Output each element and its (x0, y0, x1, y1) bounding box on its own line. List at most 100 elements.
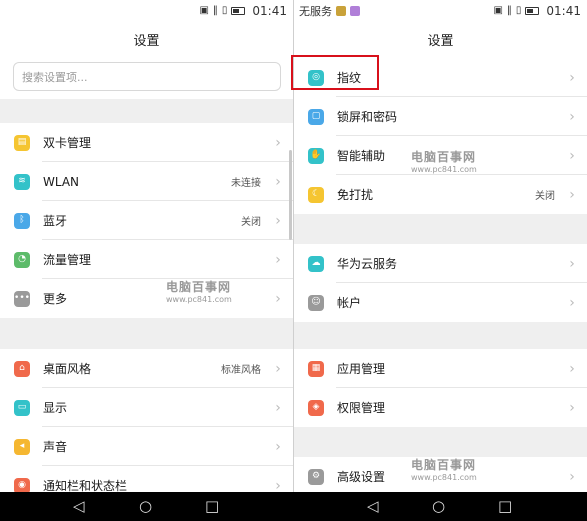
sim-card-icon: ▤ (14, 134, 30, 151)
settings-row[interactable]: ◉ 通知栏和状态栏 › (0, 466, 293, 492)
settings-row[interactable]: ☁ 华为云服务 › (294, 244, 587, 283)
search-input[interactable]: 搜索设置项... (13, 62, 281, 91)
notification-app-icon (336, 6, 346, 16)
account-icon: ☺ (308, 294, 324, 311)
nfc-icon: ▣ (199, 5, 209, 16)
vibrate-icon: ‖ (212, 5, 218, 16)
settings-row-label: 免打扰 (337, 188, 374, 202)
nfc-icon: ▣ (493, 5, 503, 16)
settings-row[interactable]: ◔ 流量管理 › (0, 240, 293, 279)
chevron-right-icon: › (275, 438, 281, 455)
settings-row-label: 帐户 (337, 296, 362, 310)
settings-row-label: 声音 (43, 440, 68, 454)
settings-row-label: 华为云服务 (337, 257, 398, 271)
section-gap (294, 214, 587, 244)
settings-row[interactable]: ≋ WLAN 未连接 › (0, 162, 293, 201)
settings-row-label: 权限管理 (337, 401, 386, 415)
settings-row[interactable]: ☾ 免打扰 关闭 › (294, 175, 587, 214)
status-time: 01:41 (252, 3, 287, 18)
advanced-settings-icon: ⚙ (308, 468, 324, 485)
home-icon[interactable]: ○ (432, 498, 445, 515)
apps-icon: ▦ (308, 360, 324, 377)
chevron-right-icon: › (275, 360, 281, 377)
lock-icon: ▢ (308, 108, 324, 125)
battery-icon (525, 6, 540, 15)
signal-icon: ▯ (515, 5, 522, 16)
more-icon: ••• (14, 290, 30, 307)
chevron-right-icon: › (569, 108, 575, 125)
vibrate-icon: ‖ (506, 5, 512, 16)
back-icon[interactable]: ◁ (73, 498, 85, 515)
left-settings-screen: ▣ ‖ ▯ 01:41 设置 搜索设置项... ▤ 双卡管理 › ≋ WLAN 未连接 › ᛒ… (0, 0, 293, 492)
sound-icon: ◂ (14, 438, 30, 455)
watermark-text: 电脑百事网 (411, 458, 477, 472)
fingerprint-highlight-box (291, 55, 379, 90)
settings-row-label: 流量管理 (43, 253, 92, 267)
section-gap (294, 322, 587, 349)
settings-row[interactable]: ▭ 显示 › (0, 388, 293, 427)
chevron-right-icon: › (569, 255, 575, 272)
chevron-right-icon: › (275, 399, 281, 416)
settings-row-label: 锁屏和密码 (337, 110, 398, 124)
battery-icon (231, 6, 246, 15)
scrollbar[interactable] (289, 150, 292, 240)
settings-row[interactable]: ▢ 锁屏和密码 › (294, 97, 587, 136)
chevron-right-icon: › (275, 212, 281, 229)
navigation-bar: ◁ ○ □ ◁ ○ □ (0, 492, 587, 521)
page-title: 设置 (133, 34, 160, 49)
status-time: 01:41 (546, 3, 581, 18)
settings-row[interactable]: ◂ 声音 › (0, 427, 293, 466)
watermark: 电脑百事网 www.pc841.com (166, 278, 232, 304)
home-style-icon: ⌂ (14, 360, 30, 377)
chevron-right-icon: › (569, 69, 575, 86)
watermark-url: www.pc841.com (166, 295, 232, 304)
chevron-right-icon: › (569, 186, 575, 203)
chevron-right-icon: › (569, 147, 575, 164)
chevron-right-icon: › (569, 399, 575, 416)
settings-row-label: WLAN (43, 174, 80, 189)
status-icons: ▣ ‖ ▯ 01:41 (493, 4, 581, 18)
display-icon: ▭ (14, 399, 30, 416)
status-bar: 无服务 ▣ ‖ ▯ 01:41 (294, 0, 587, 21)
home-icon[interactable]: ○ (139, 498, 152, 515)
settings-row[interactable]: ⌂ 桌面风格 标准风格 › (0, 349, 293, 388)
back-icon[interactable]: ◁ (367, 498, 379, 515)
signal-icon: ▯ (221, 5, 228, 16)
settings-row-label: 通知栏和状态栏 (43, 479, 128, 492)
chevron-right-icon: › (275, 134, 281, 151)
notification-app-icon (350, 6, 360, 16)
settings-row[interactable]: ᛒ 蓝牙 关闭 › (0, 201, 293, 240)
status-icons: ▣ ‖ ▯ 01:41 (199, 4, 287, 18)
chevron-right-icon: › (275, 290, 281, 307)
watermark-text: 电脑百事网 (411, 150, 477, 164)
wifi-icon: ≋ (14, 173, 30, 190)
chevron-right-icon: › (569, 468, 575, 485)
section-gap (0, 318, 293, 349)
settings-row[interactable]: ☺ 帐户 › (294, 283, 587, 322)
permission-icon: ◈ (308, 399, 324, 416)
settings-row-label: 显示 (43, 401, 68, 415)
bluetooth-icon: ᛒ (14, 212, 30, 229)
settings-row[interactable]: ••• 更多 › (0, 279, 293, 318)
settings-row[interactable]: ◈ 权限管理 › (294, 388, 587, 427)
carrier-info: 无服务 (299, 3, 360, 19)
settings-row-label: 蓝牙 (43, 214, 68, 228)
data-usage-icon: ◔ (14, 251, 30, 268)
status-bar: ▣ ‖ ▯ 01:41 (0, 0, 293, 21)
settings-row-value: 关闭 (241, 217, 261, 228)
settings-row[interactable]: ▤ 双卡管理 › (0, 123, 293, 162)
chevron-right-icon: › (569, 294, 575, 311)
chevron-right-icon: › (275, 251, 281, 268)
recent-apps-icon[interactable]: □ (205, 498, 219, 515)
recent-apps-icon[interactable]: □ (498, 498, 512, 515)
hand-icon: ✋ (308, 147, 324, 164)
carrier-label: 无服务 (299, 5, 332, 18)
moon-icon: ☾ (308, 186, 324, 203)
watermark-url: www.pc841.com (411, 473, 477, 482)
settings-row[interactable]: ▦ 应用管理 › (294, 349, 587, 388)
chevron-right-icon: › (275, 477, 281, 493)
screenshot: ▣ ‖ ▯ 01:41 设置 搜索设置项... ▤ 双卡管理 › ≋ WLAN 未连接 › ᛒ… (0, 0, 587, 521)
cloud-icon: ☁ (308, 255, 324, 272)
watermark-text: 电脑百事网 (166, 280, 232, 294)
notification-icon: ◉ (14, 477, 30, 492)
